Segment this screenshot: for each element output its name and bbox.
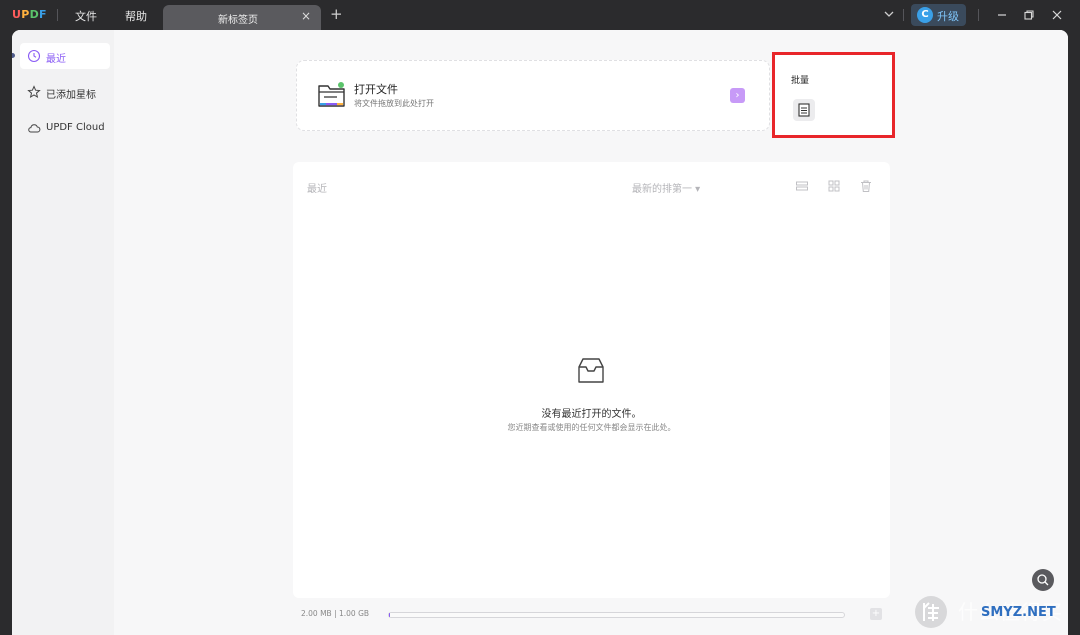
cloud-icon [28, 124, 41, 133]
empty-state-subtitle: 您近期查看或使用的任何文件都会显示在此处。 [507, 423, 676, 432]
batch-button[interactable] [793, 99, 815, 121]
sidebar-item-recent[interactable]: 最近 [20, 43, 110, 69]
sidebar: 最近 已添加星标 UPDF Cloud [12, 30, 114, 635]
empty-state-title: 没有最近打开的文件。 [541, 409, 642, 420]
menu-separator [57, 9, 58, 21]
sidebar-item-starred[interactable]: 已添加星标 [20, 79, 110, 105]
minimize-icon[interactable] [995, 8, 1009, 22]
sidebar-item-label: 最近 [46, 54, 66, 65]
restore-icon[interactable] [1022, 8, 1036, 22]
recent-title: 最近 [307, 184, 327, 195]
close-window-icon[interactable] [1050, 8, 1064, 22]
watermark-logo-icon [915, 596, 947, 628]
menu-file[interactable]: 文件 [75, 8, 97, 24]
titlebar-separator [978, 9, 979, 21]
add-storage-button[interactable]: + [870, 608, 882, 620]
chevron-down-icon[interactable] [883, 8, 895, 20]
clock-icon [27, 49, 41, 63]
storage-progress-bar [388, 612, 845, 618]
sidebar-item-cloud[interactable]: UPDF Cloud [20, 115, 110, 141]
folder-icon [318, 82, 345, 107]
sidebar-indicator [12, 53, 15, 58]
batch-title: 批量 [791, 76, 810, 86]
app-window: 最近 已添加星标 UPDF Cloud 打开文件 将文件拖放到此处打开 › 批量… [12, 30, 1068, 635]
search-button[interactable] [1032, 569, 1054, 591]
titlebar-separator [903, 9, 904, 21]
add-tab-button[interactable]: + [330, 7, 343, 22]
chevron-right-icon[interactable]: › [730, 88, 745, 103]
watermark-site: SMYZ.NET [981, 605, 1056, 620]
close-icon[interactable]: × [301, 9, 311, 23]
updf-logo[interactable]: UPDF [12, 8, 47, 21]
menu-help[interactable]: 帮助 [125, 8, 147, 24]
batch-panel: 批量 [772, 52, 895, 138]
inbox-icon [578, 358, 604, 383]
storage-progress-fill [389, 613, 390, 617]
document-stack-icon [798, 103, 810, 117]
sidebar-item-label: 已添加星标 [46, 90, 96, 101]
star-icon [27, 85, 41, 99]
tab-new-tab[interactable]: 新标签页 × [163, 5, 321, 30]
open-file-title: 打开文件 [354, 83, 398, 96]
title-bar: UPDF 文件 帮助 新标签页 × + C 升级 [0, 0, 1080, 30]
avatar: C [917, 7, 933, 23]
upgrade-button[interactable]: C 升级 [911, 4, 966, 26]
trash-icon[interactable] [859, 179, 873, 193]
sidebar-item-label: UPDF Cloud [46, 122, 105, 133]
storage-footer: 2.00 MB | 1.00 GB + [293, 602, 890, 628]
search-icon [1037, 574, 1049, 586]
list-view-icon[interactable] [795, 179, 809, 193]
sort-dropdown[interactable]: 最新的排第一 ▾ [632, 180, 700, 195]
storage-usage-text: 2.00 MB | 1.00 GB [301, 609, 370, 618]
watermark: 什么值得买 SMYZ.NET [913, 592, 1080, 632]
main-content: 打开文件 将文件拖放到此处打开 › 批量 最近 最新的排第一 ▾ 没有最近打开的… [114, 30, 1068, 635]
grid-view-icon[interactable] [827, 179, 841, 193]
recent-files-panel: 最近 最新的排第一 ▾ 没有最近打开的文件。 您近期查看或使用的任何文件都会显示… [293, 162, 890, 598]
open-file-subtitle: 将文件拖放到此处打开 [354, 99, 434, 108]
upgrade-label: 升级 [937, 10, 959, 23]
open-file-card[interactable]: 打开文件 将文件拖放到此处打开 › [296, 60, 770, 131]
tab-label: 新标签页 [218, 15, 258, 26]
